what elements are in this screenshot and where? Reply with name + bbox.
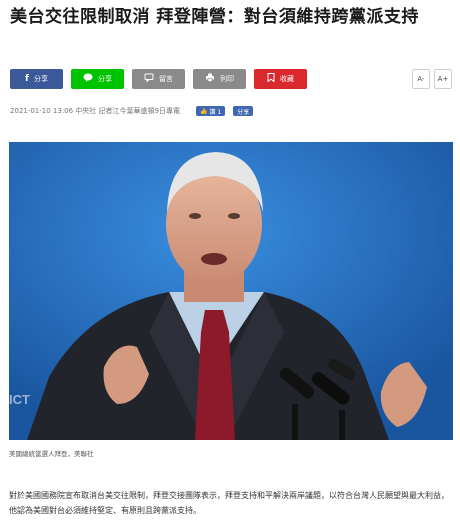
share-toolbar: f 分享 分享 留言 列印 收藏 <box>10 69 307 89</box>
line-share-label: 分享 <box>98 75 112 83</box>
comment-label: 留言 <box>159 75 173 83</box>
article-meta: 2021-01-10 13:06 中央社 記者江今葉華盛頓9日專電 👍 讚 1 … <box>10 105 254 117</box>
printer-icon <box>205 73 215 85</box>
facebook-share-label: 分享 <box>33 75 48 83</box>
print-button[interactable]: 列印 <box>193 69 246 89</box>
svg-text:ICT: ICT <box>9 392 30 407</box>
facebook-share-button[interactable]: f 分享 <box>10 69 63 89</box>
print-label: 列印 <box>220 75 234 83</box>
font-size-controls: A- A+ <box>412 69 452 89</box>
like-count-label: 讚 1 <box>209 108 222 116</box>
facebook-icon: f <box>25 73 29 84</box>
facebook-share-small-button[interactable]: 分享 <box>233 106 254 116</box>
photo-caption: 美國總統當選人拜登，美聯社 <box>9 450 94 458</box>
photo-illustration: ICT <box>9 142 453 440</box>
article-headline: 美台交往限制取消 拜登陣營：對台須維持跨黨派支持 <box>10 7 419 27</box>
comment-icon <box>144 73 154 85</box>
line-share-button[interactable]: 分享 <box>71 69 124 89</box>
line-icon <box>83 73 93 85</box>
bookmark-label: 收藏 <box>280 75 294 83</box>
bookmark-icon <box>267 73 275 85</box>
comment-button[interactable]: 留言 <box>132 69 185 89</box>
facebook-like-button[interactable]: 👍 讚 1 <box>195 106 226 116</box>
font-larger-button[interactable]: A+ <box>434 69 452 89</box>
bookmark-button[interactable]: 收藏 <box>254 69 307 89</box>
thumbs-up-icon: 👍 <box>199 107 208 115</box>
article-body: 對於美國國務院宣布取消台美交往限制，拜登交接團隊表示，拜登支持和平解決兩岸議題，… <box>9 491 449 515</box>
article-meta-text: 2021-01-10 13:06 中央社 記者江今葉華盛頓9日專電 <box>10 107 180 115</box>
article-photo: ICT <box>9 142 453 440</box>
font-smaller-button[interactable]: A- <box>412 69 430 89</box>
